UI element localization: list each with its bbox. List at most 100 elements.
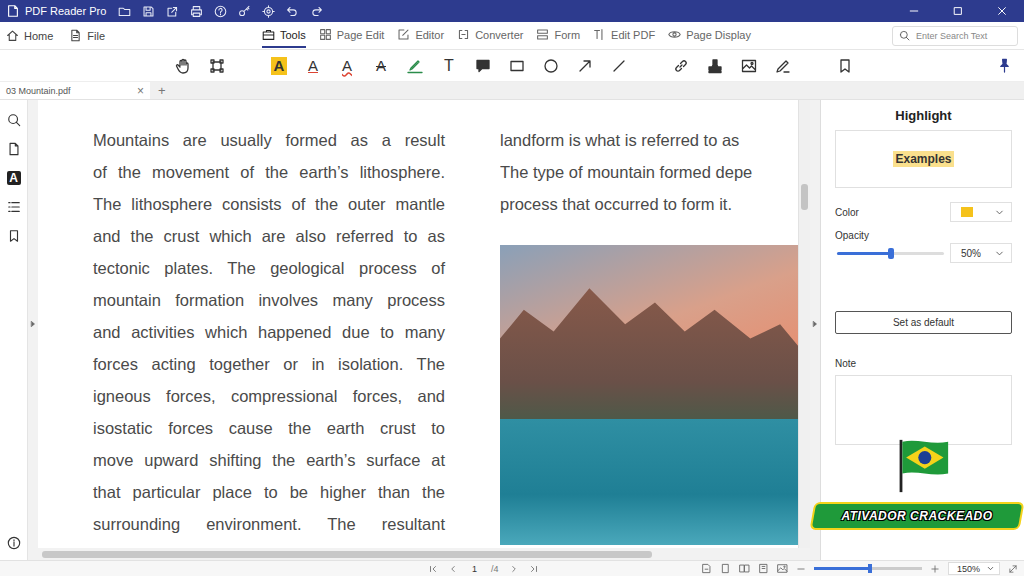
pin-button[interactable] (994, 53, 1014, 79)
minimize-button[interactable] (892, 0, 936, 22)
underline-icon: A (305, 57, 321, 75)
tool-button[interactable]: A (262, 53, 296, 79)
info-icon (7, 536, 21, 550)
text-line: The lithosphere consists of the outer ma… (93, 188, 445, 220)
menu-tab[interactable]: Page Edit (319, 23, 385, 48)
stamp-icon (707, 58, 723, 74)
tool-button[interactable]: A (364, 53, 398, 79)
title-tool-button[interactable] (190, 5, 203, 18)
title-tool-button[interactable] (238, 5, 251, 18)
text-line: Mountains are usually formed as a result (93, 124, 445, 156)
title-tool-button[interactable] (118, 5, 131, 18)
next-icon (509, 564, 519, 574)
tool-button[interactable] (166, 53, 200, 79)
menu-tab[interactable]: Edit PDF (593, 23, 655, 48)
tool-button[interactable]: A (296, 53, 330, 79)
zoom-out-button[interactable] (796, 564, 806, 574)
view-mode-button[interactable] (758, 563, 769, 574)
title-tool-button[interactable] (310, 5, 323, 18)
color-dropdown[interactable] (950, 202, 1012, 222)
tool-button[interactable] (200, 53, 234, 79)
file-tab[interactable]: 03 Mountain.pdf × (0, 82, 150, 99)
menu-tab[interactable]: Editor (397, 23, 444, 48)
close-button[interactable] (980, 0, 1024, 22)
hand-icon (175, 58, 191, 74)
save-icon (142, 5, 155, 18)
text-line: landform is what is referred to as (500, 124, 798, 156)
tool-button[interactable] (602, 53, 636, 79)
pin-icon (997, 58, 1012, 73)
search-field[interactable]: Enter Search Text (892, 26, 1018, 46)
freehand-icon (407, 58, 423, 74)
close-tab-button[interactable]: × (137, 84, 144, 98)
rail-button[interactable] (4, 197, 24, 216)
opacity-slider[interactable] (837, 252, 944, 255)
tool-button[interactable] (534, 53, 568, 79)
tool-button[interactable] (398, 53, 432, 79)
opacity-dropdown[interactable]: 50% (950, 243, 1012, 263)
menu-tab[interactable]: Converter (457, 23, 523, 48)
tool-button[interactable]: T (432, 53, 466, 79)
page-viewport[interactable]: Mountains are usually formed as a result… (38, 100, 798, 548)
tool-button[interactable] (766, 53, 800, 79)
view-mode-button[interactable] (777, 563, 788, 574)
tool-button[interactable]: A (330, 53, 364, 79)
tool-button[interactable] (664, 53, 698, 79)
tool-button[interactable] (568, 53, 602, 79)
title-tool-button[interactable] (142, 5, 155, 18)
page-number-field[interactable]: 1 (468, 564, 481, 574)
set-default-button[interactable]: Set as default (835, 311, 1012, 334)
menu-item[interactable]: File (69, 29, 105, 42)
collapse-left-toggle[interactable] (28, 100, 38, 548)
maximize-button[interactable] (936, 0, 980, 22)
tool-button[interactable] (466, 53, 500, 79)
text-line: surrounding environment. The resultant (93, 508, 445, 540)
menu-tab[interactable]: Page Display (668, 23, 751, 48)
title-tool-button[interactable] (262, 5, 275, 18)
new-tab-button[interactable]: + (150, 82, 174, 99)
title-tool-button[interactable] (166, 5, 179, 18)
rail-button[interactable] (4, 139, 24, 158)
view-mode-button[interactable] (701, 563, 712, 574)
view-mode-button[interactable] (739, 563, 750, 574)
text-line: igneous forces, compressional forces, an… (93, 380, 445, 412)
note-field[interactable] (835, 375, 1012, 445)
zoom-slider[interactable] (814, 567, 922, 570)
bookmark-icon (837, 58, 853, 74)
text-line: move upward shifting the earth’s surface… (93, 444, 445, 476)
horizontal-scrollbar[interactable] (28, 548, 820, 560)
vertical-scrollbar[interactable] (798, 100, 810, 548)
menu-tab[interactable]: Form (536, 23, 580, 48)
tool-button[interactable] (828, 53, 862, 79)
menu-tab[interactable]: Tools (262, 23, 306, 48)
print-icon (190, 5, 203, 18)
next-page-button[interactable] (509, 564, 519, 574)
close-icon (996, 5, 1008, 17)
status-bar: 1 /4 150% (0, 560, 1024, 576)
search-icon (7, 113, 21, 127)
rail-button[interactable] (4, 226, 24, 245)
rail-button[interactable] (4, 110, 24, 129)
collapse-right-toggle[interactable] (810, 100, 820, 548)
prev-page-button[interactable] (448, 564, 458, 574)
zoom-dropdown[interactable]: 150% (948, 562, 1000, 575)
first-page-button[interactable] (428, 564, 438, 574)
app-window: PDF Reader Pro HomeFile ToolsPage EditEd… (0, 0, 1024, 576)
tool-button[interactable] (500, 53, 534, 79)
plus-icon (930, 564, 940, 574)
last-page-button[interactable] (529, 564, 539, 574)
title-tool-button[interactable] (286, 5, 299, 18)
search-icon (899, 30, 910, 41)
key-icon (238, 5, 251, 18)
zoom-in-button[interactable] (930, 564, 940, 574)
info-button[interactable] (4, 533, 24, 552)
menu-item[interactable]: Home (6, 29, 53, 42)
text-column: landform is what is referred to asThe ty… (500, 124, 798, 548)
expand-icon (1008, 564, 1018, 574)
rail-button[interactable]: A (4, 168, 24, 187)
title-tool-button[interactable] (214, 5, 227, 18)
fullscreen-button[interactable] (1008, 564, 1018, 574)
tool-button[interactable] (698, 53, 732, 79)
view-mode-button[interactable] (720, 563, 731, 574)
tool-button[interactable] (732, 53, 766, 79)
